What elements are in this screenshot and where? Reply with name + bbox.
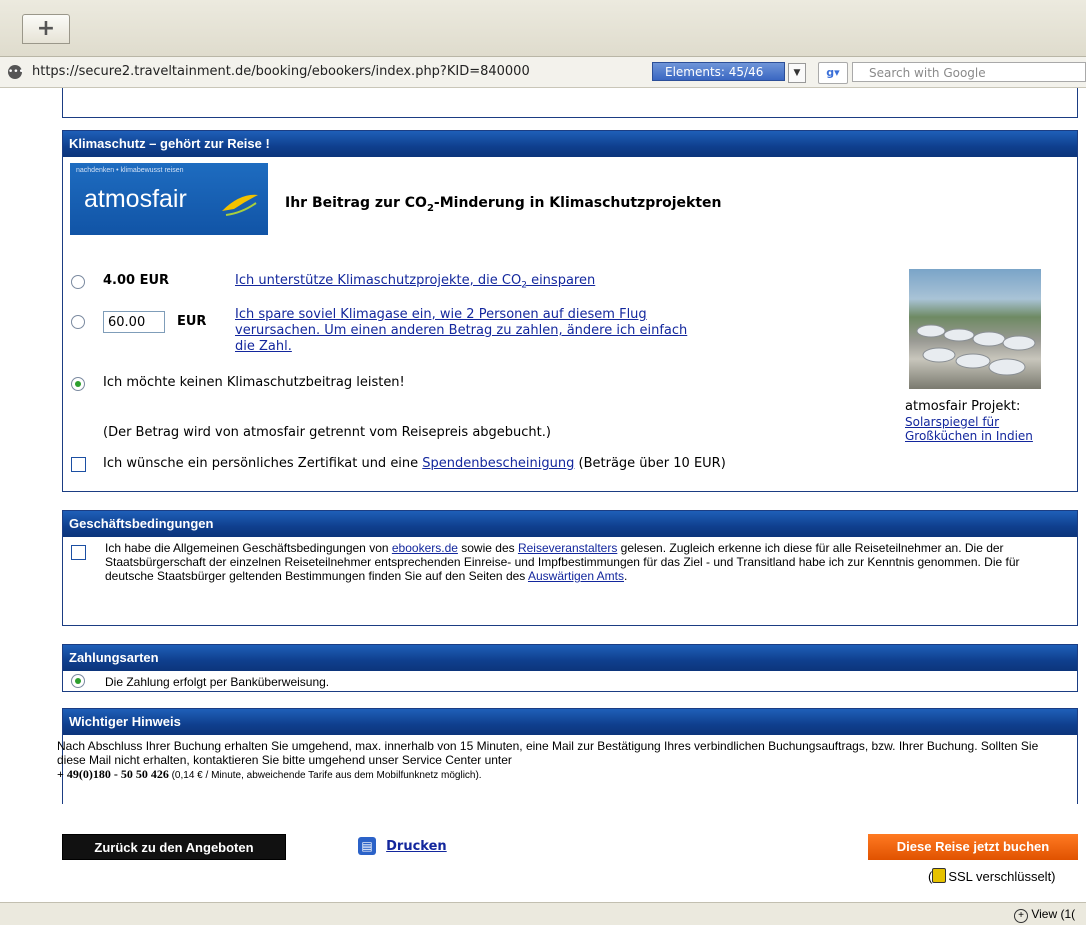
plane-icon xyxy=(222,194,258,216)
no-contribution-radio[interactable] xyxy=(71,377,85,391)
new-tab-button[interactable]: + xyxy=(22,14,70,44)
custom-amount-input[interactable] xyxy=(103,311,165,333)
url-field[interactable]: https://secure2.traveltainment.de/bookin… xyxy=(32,64,530,79)
notice-section: Wichtiger Hinweis Nach Abschluss Ihrer B… xyxy=(57,708,1078,804)
solar-mirrors-image xyxy=(916,324,1036,376)
tour-operator-link[interactable]: Reiseveranstalters xyxy=(518,541,617,555)
print-icon: ▤ xyxy=(358,837,376,855)
atmosfair-logo: nachdenken • klimabewusst reisen atmosfa… xyxy=(70,163,268,235)
phone-rate: (0,14 € / Minute, abweichende Tarife aus… xyxy=(168,770,482,781)
chevron-down-icon[interactable]: ▼ xyxy=(788,63,806,83)
no-contribution-label: Ich möchte keinen Klimaschutzbeitrag lei… xyxy=(103,375,405,390)
logo-tagline: nachdenken • klimabewusst reisen xyxy=(76,167,184,174)
bank-transfer-label: Die Zahlung erfolgt per Banküberweisung. xyxy=(105,675,330,689)
service-phone: + 49(0)180 - 50 50 426 xyxy=(57,767,169,781)
project-label: atmosfair Projekt: xyxy=(905,399,1021,414)
currency-label: EUR xyxy=(177,314,207,329)
terms-text: Ich habe die Allgemeinen Geschäftsbeding… xyxy=(105,541,1020,583)
logo-name: atmosfair xyxy=(84,185,187,213)
view-zoom-indicator[interactable]: + View (1( xyxy=(1014,907,1075,923)
save-emissions-link[interactable]: Ich spare soviel Klimagase ein, wie 2 Pe… xyxy=(235,307,687,355)
terms-section: Geschäftsbedingungen Ich habe die Allgem… xyxy=(62,510,1078,626)
notice-text: Nach Abschluss Ihrer Buchung erhalten Si… xyxy=(57,739,1039,781)
section-header: Wichtiger Hinweis xyxy=(63,709,1077,735)
print-link[interactable]: Drucken xyxy=(386,839,447,854)
previous-section-box xyxy=(62,88,1078,118)
certificate-label: Ich wünsche ein persönliches Zertifikat … xyxy=(103,456,726,471)
section-header: Geschäftsbedingungen xyxy=(63,511,1077,537)
section-header: Klimaschutz – gehört zur Reise ! xyxy=(63,131,1077,157)
solar-mirror-photo xyxy=(909,269,1041,389)
amount-radio-custom[interactable] xyxy=(71,315,85,329)
klimaschutz-section: Klimaschutz – gehört zur Reise ! nachden… xyxy=(62,130,1078,492)
amount-radio-fixed[interactable] xyxy=(71,275,85,289)
section-header: Zahlungsarten xyxy=(63,645,1077,671)
search-input[interactable]: Search with Google xyxy=(852,62,1086,82)
certificate-checkbox[interactable] xyxy=(71,457,86,472)
google-search-engine-icon[interactable]: g▾ xyxy=(818,62,848,84)
payment-section: Zahlungsarten Die Zahlung erfolgt per Ba… xyxy=(62,644,1078,692)
terms-checkbox[interactable] xyxy=(71,545,86,560)
ssl-note: (SSL verschlüsselt) xyxy=(928,868,1056,884)
donation-receipt-link[interactable]: Spendenbescheinigung xyxy=(422,456,574,471)
fixed-amount-label: 4.00 EUR xyxy=(103,273,170,288)
project-link[interactable]: Solarspiegel für Großküchen in Indien xyxy=(905,415,1033,443)
co2-headline: Ihr Beitrag zur CO2-Minderung in Klimasc… xyxy=(285,195,722,214)
book-trip-button[interactable]: Diese Reise jetzt buchen xyxy=(868,834,1078,860)
billing-note: (Der Betrag wird von atmosfair getrennt … xyxy=(103,425,551,440)
tab-bar: + xyxy=(0,0,1086,57)
ebookers-link[interactable]: ebookers.de xyxy=(392,541,458,555)
back-to-offers-button[interactable]: Zurück zu den Angeboten xyxy=(62,834,286,860)
bank-transfer-radio[interactable] xyxy=(71,674,85,688)
elements-counter[interactable]: Elements: 45/46 xyxy=(652,62,785,81)
site-info-icon[interactable]: ••• xyxy=(8,65,24,79)
foreign-office-link[interactable]: Auswärtigen Amts xyxy=(528,569,624,583)
zoom-icon: + xyxy=(1014,909,1028,923)
lock-icon xyxy=(932,868,947,883)
address-bar: ••• https://secure2.traveltainment.de/bo… xyxy=(0,57,1086,88)
print-button[interactable]: ▤ Drucken xyxy=(358,837,447,855)
status-bar: + View (1( xyxy=(0,902,1086,925)
support-projects-link[interactable]: Ich unterstütze Klimaschutzprojekte, die… xyxy=(235,273,595,291)
